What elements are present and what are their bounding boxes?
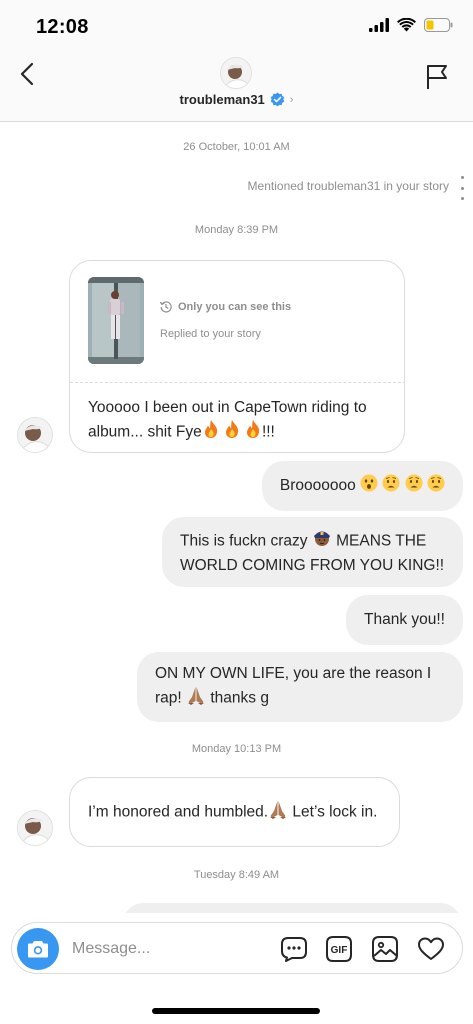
- timestamp: 26 October, 10:01 AM: [183, 141, 290, 153]
- sender-avatar[interactable]: [17, 417, 53, 453]
- message-text: This is fuckn crazy MEANS THE WORLD COMI…: [180, 528, 445, 577]
- sender-avatar[interactable]: [17, 810, 53, 846]
- more-options-icon[interactable]: [460, 176, 464, 200]
- camera-button[interactable]: [17, 928, 59, 970]
- message-text-part: Let’s lock in.: [292, 803, 378, 821]
- fire-emoji: [244, 419, 262, 446]
- home-indicator[interactable]: [152, 1008, 320, 1014]
- message-bubble-outgoing[interactable]: This is fuckn crazy MEANS THE WORLD COMI…: [162, 517, 463, 587]
- story-thumbnail[interactable]: [88, 277, 144, 364]
- message-composer: GIF: [11, 922, 463, 974]
- timestamp: Tuesday 8:49 AM: [193, 869, 280, 881]
- visibility-note: Only you can see this: [160, 301, 291, 313]
- header-username: troubleman31: [179, 92, 265, 107]
- message-text-part: I’m honored and humbled.: [88, 803, 269, 821]
- timestamp: Monday 8:39 PM: [194, 224, 279, 236]
- guard-emoji: [312, 528, 332, 555]
- message-text: Thank you!!: [364, 611, 445, 628]
- status-icons: [369, 18, 453, 32]
- message-input[interactable]: [72, 937, 272, 961]
- anguished-emoji: [382, 474, 400, 499]
- story-reply-message: Yooooo I been out in CapeTown riding to …: [88, 396, 398, 446]
- chevron-right-icon: ›: [289, 93, 294, 106]
- gallery-icon[interactable]: [371, 935, 399, 963]
- fire-emoji: [223, 419, 241, 446]
- fire-emoji: [202, 419, 220, 446]
- camera-icon: [28, 941, 48, 958]
- flag-icon[interactable]: [425, 64, 449, 90]
- message-bubble-outgoing[interactable]: Thank you!!: [346, 595, 463, 645]
- message-text-part: This is fuckn crazy: [180, 532, 308, 550]
- visibility-text: Only you can see this: [178, 301, 292, 313]
- divider: [70, 382, 404, 383]
- message-bubble-outgoing[interactable]: ON MY OWN LIFE, you are the reason I rap…: [137, 652, 463, 722]
- history-icon: [160, 301, 172, 313]
- message-bubble-outgoing[interactable]: Brooooooo: [261, 461, 463, 511]
- back-icon[interactable]: [16, 62, 40, 86]
- folded-hands-emoji: [186, 685, 206, 712]
- message-bubble-incoming[interactable]: I’m honored and humbled. Let’s lock in.: [69, 777, 400, 847]
- timestamp: Monday 10:13 PM: [191, 743, 282, 755]
- astonished-emoji: [360, 474, 378, 499]
- battery-icon: [424, 18, 453, 32]
- story-reply-suffix: !!!: [261, 423, 275, 441]
- status-time: 12:08: [36, 16, 89, 38]
- gif-icon[interactable]: GIF: [325, 935, 353, 963]
- verified-badge-icon: [270, 92, 285, 107]
- anguished-emoji: [405, 474, 423, 499]
- folded-hands-emoji: [268, 799, 288, 826]
- status-bar: 12:08: [0, 0, 473, 52]
- message-text: I’m honored and humbled. Let’s lock in.: [88, 799, 377, 826]
- chat-bubble-icon[interactable]: [280, 935, 308, 963]
- gif-label: GIF: [331, 945, 348, 956]
- story-mention-text: Mentioned troubleman31 in your story: [247, 179, 449, 193]
- message-text: ON MY OWN LIFE, you are the reason I rap…: [155, 663, 445, 712]
- header-avatar[interactable]: [220, 57, 252, 89]
- signal-icon: [369, 18, 389, 32]
- header-user[interactable]: troubleman31 ›: [0, 92, 473, 107]
- story-reply-card[interactable]: Only you can see this Replied to your st…: [69, 260, 405, 453]
- heart-icon[interactable]: [417, 935, 445, 963]
- anguished-emoji: [427, 474, 445, 499]
- message-text: Brooooooo: [279, 477, 356, 494]
- chat-header: troubleman31 ›: [0, 52, 473, 122]
- replied-note: Replied to your story: [160, 328, 261, 340]
- message-text-part: thanks g: [210, 689, 269, 707]
- wifi-icon: [397, 18, 416, 32]
